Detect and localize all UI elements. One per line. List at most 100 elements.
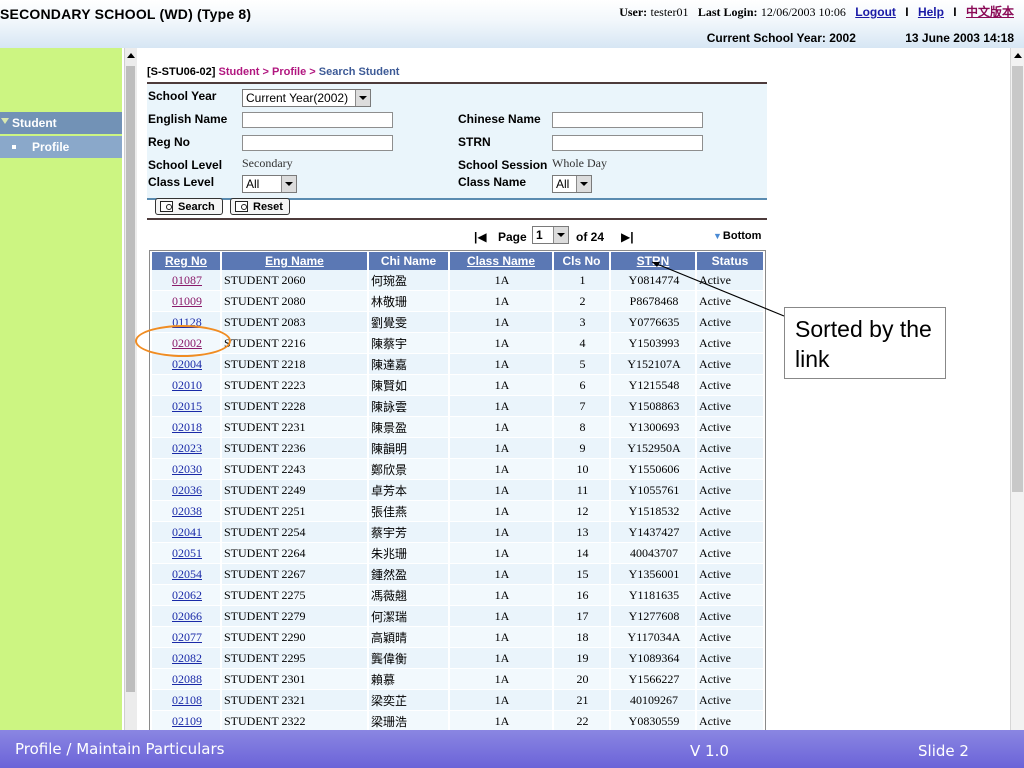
table-row: 02066 STUDENT 2279 何潔瑞 1A 17 Y1277608 Active <box>152 606 763 627</box>
scroll-thumb[interactable] <box>126 66 135 692</box>
table-row: 02010 STUDENT 2223 陳賢如 1A 6 Y1215548 Active <box>152 375 763 396</box>
logout-link[interactable]: Logout <box>855 5 896 19</box>
reg-no-link[interactable]: 02010 <box>172 378 202 392</box>
reg-no-link[interactable]: 02088 <box>172 672 202 686</box>
reg-no-link[interactable]: 02036 <box>172 483 202 497</box>
column-header-eng-name[interactable]: Eng Name <box>222 251 367 270</box>
reg-no-cell: 02077 <box>152 627 220 648</box>
callout-box: Sorted by the link <box>784 307 946 379</box>
reg-no-link[interactable]: 02023 <box>172 441 202 455</box>
chinese-version-link[interactable]: 中文版本 <box>966 5 1014 19</box>
sidebar-item-label: Student <box>12 116 57 130</box>
english-name-input[interactable] <box>242 112 393 128</box>
reg-no-link[interactable]: 02054 <box>172 567 202 581</box>
user-value: tester01 <box>650 5 689 19</box>
reg-no-link[interactable]: 02062 <box>172 588 202 602</box>
user-label: User: <box>619 5 648 19</box>
status-cell: Active <box>697 396 763 417</box>
chevron-down-icon[interactable] <box>576 176 591 192</box>
scroll-up-icon[interactable] <box>127 53 135 58</box>
class-name-cell: 1A <box>450 354 552 375</box>
reg-no-link[interactable]: 02066 <box>172 609 202 623</box>
page-select[interactable]: 1 <box>532 226 569 244</box>
eng-name-cell: STUDENT 2228 <box>222 396 367 417</box>
scroll-thumb[interactable] <box>1012 66 1023 492</box>
reset-icon <box>235 201 248 212</box>
reg-no-link[interactable]: 02082 <box>172 651 202 665</box>
breadcrumb-current: Search Student <box>318 66 400 78</box>
last-page-icon[interactable]: ▶| <box>621 230 634 244</box>
reg-no-link[interactable]: 01087 <box>172 273 202 287</box>
bottom-link[interactable]: ▼Bottom <box>713 230 761 242</box>
class-name-cell: 1A <box>450 543 552 564</box>
class-name-select[interactable]: All <box>552 175 592 193</box>
status-cell: Active <box>697 501 763 522</box>
table-row: 02082 STUDENT 2295 龔偉衡 1A 19 Y1089364 Active <box>152 648 763 669</box>
chevron-down-icon[interactable] <box>355 90 370 106</box>
reg-no-link[interactable]: 02108 <box>172 693 202 707</box>
class-name-label: Class Name <box>458 175 527 189</box>
class-name-cell: 1A <box>450 396 552 417</box>
strn-input[interactable] <box>552 135 703 151</box>
eng-name-cell: STUDENT 2083 <box>222 312 367 333</box>
chinese-name-input[interactable] <box>552 112 703 128</box>
class-no-cell: 19 <box>554 648 609 669</box>
button-row: Search Reset <box>147 198 767 220</box>
login-bar: User: tester01 Last Login: 12/06/2003 10… <box>619 3 1014 20</box>
class-no-cell: 8 <box>554 417 609 438</box>
page-value: 1 <box>536 228 543 242</box>
reg-no-link[interactable]: 02041 <box>172 525 202 539</box>
highlight-ellipse <box>135 325 231 357</box>
strn-cell: Y1089364 <box>611 648 695 669</box>
chi-name-cell: 陳韻明 <box>369 438 448 459</box>
reg-no-link[interactable]: 02051 <box>172 546 202 560</box>
school-year-bar: Current School Year: 2002 13 June 2003 1… <box>707 31 1014 45</box>
class-name-cell: 1A <box>450 522 552 543</box>
school-year-value: Current Year(2002) <box>246 91 349 105</box>
reg-no-link[interactable]: 02030 <box>172 462 202 476</box>
column-header-class-name[interactable]: Class Name <box>450 251 552 270</box>
chevron-down-icon[interactable] <box>553 227 568 243</box>
table-row: 02004 STUDENT 2218 陳達嘉 1A 5 Y152107A Active <box>152 354 763 375</box>
reg-no-link[interactable]: 01009 <box>172 294 202 308</box>
sidebar: Student Profile <box>0 48 122 730</box>
chevron-down-icon[interactable] <box>281 176 296 192</box>
search-button-label: Search <box>178 201 215 213</box>
separator: I <box>905 5 909 19</box>
help-link[interactable]: Help <box>918 5 944 19</box>
school-level-value: Secondary <box>242 156 293 170</box>
strn-cell: Y1550606 <box>611 459 695 480</box>
eng-name-cell: STUDENT 2279 <box>222 606 367 627</box>
scroll-up-icon[interactable] <box>1014 53 1022 58</box>
breadcrumb: [S-STU06-02] Student > Profile > Search … <box>147 66 399 78</box>
reg-no-link[interactable]: 02015 <box>172 399 202 413</box>
reg-no-link[interactable]: 02018 <box>172 420 202 434</box>
chi-name-cell: 何琬盈 <box>369 270 448 291</box>
sidebar-item-profile[interactable]: Profile <box>0 136 122 158</box>
bottom-link-label: Bottom <box>722 230 762 242</box>
reg-no-cell: 02018 <box>152 417 220 438</box>
reset-button[interactable]: Reset <box>230 198 290 215</box>
class-name-cell: 1A <box>450 333 552 354</box>
breadcrumb-trail[interactable]: Student > Profile > <box>219 66 316 78</box>
column-header-strn[interactable]: STRN <box>611 251 695 270</box>
reg-no-link[interactable]: 02038 <box>172 504 202 518</box>
chi-name-cell: 賴慕 <box>369 669 448 690</box>
reg-no-link[interactable]: 02077 <box>172 630 202 644</box>
class-name-cell: 1A <box>450 606 552 627</box>
school-year-select[interactable]: Current Year(2002) <box>242 89 371 107</box>
sidebar-item-student[interactable]: Student <box>0 112 122 134</box>
column-header-reg-no[interactable]: Reg No <box>152 251 220 270</box>
status-cell: Active <box>697 312 763 333</box>
first-page-icon[interactable]: |◀ <box>474 230 487 244</box>
left-scrollbar[interactable] <box>124 48 137 730</box>
class-no-cell: 4 <box>554 333 609 354</box>
table-row: 02062 STUDENT 2275 馮薇翹 1A 16 Y1181635 Active <box>152 585 763 606</box>
right-scrollbar[interactable] <box>1010 48 1024 730</box>
class-level-select[interactable]: All <box>242 175 297 193</box>
chi-name-cell: 張佳燕 <box>369 501 448 522</box>
reg-no-input[interactable] <box>242 135 393 151</box>
reg-no-link[interactable]: 02004 <box>172 357 202 371</box>
reg-no-link[interactable]: 02109 <box>172 714 202 728</box>
search-button[interactable]: Search <box>155 198 223 215</box>
